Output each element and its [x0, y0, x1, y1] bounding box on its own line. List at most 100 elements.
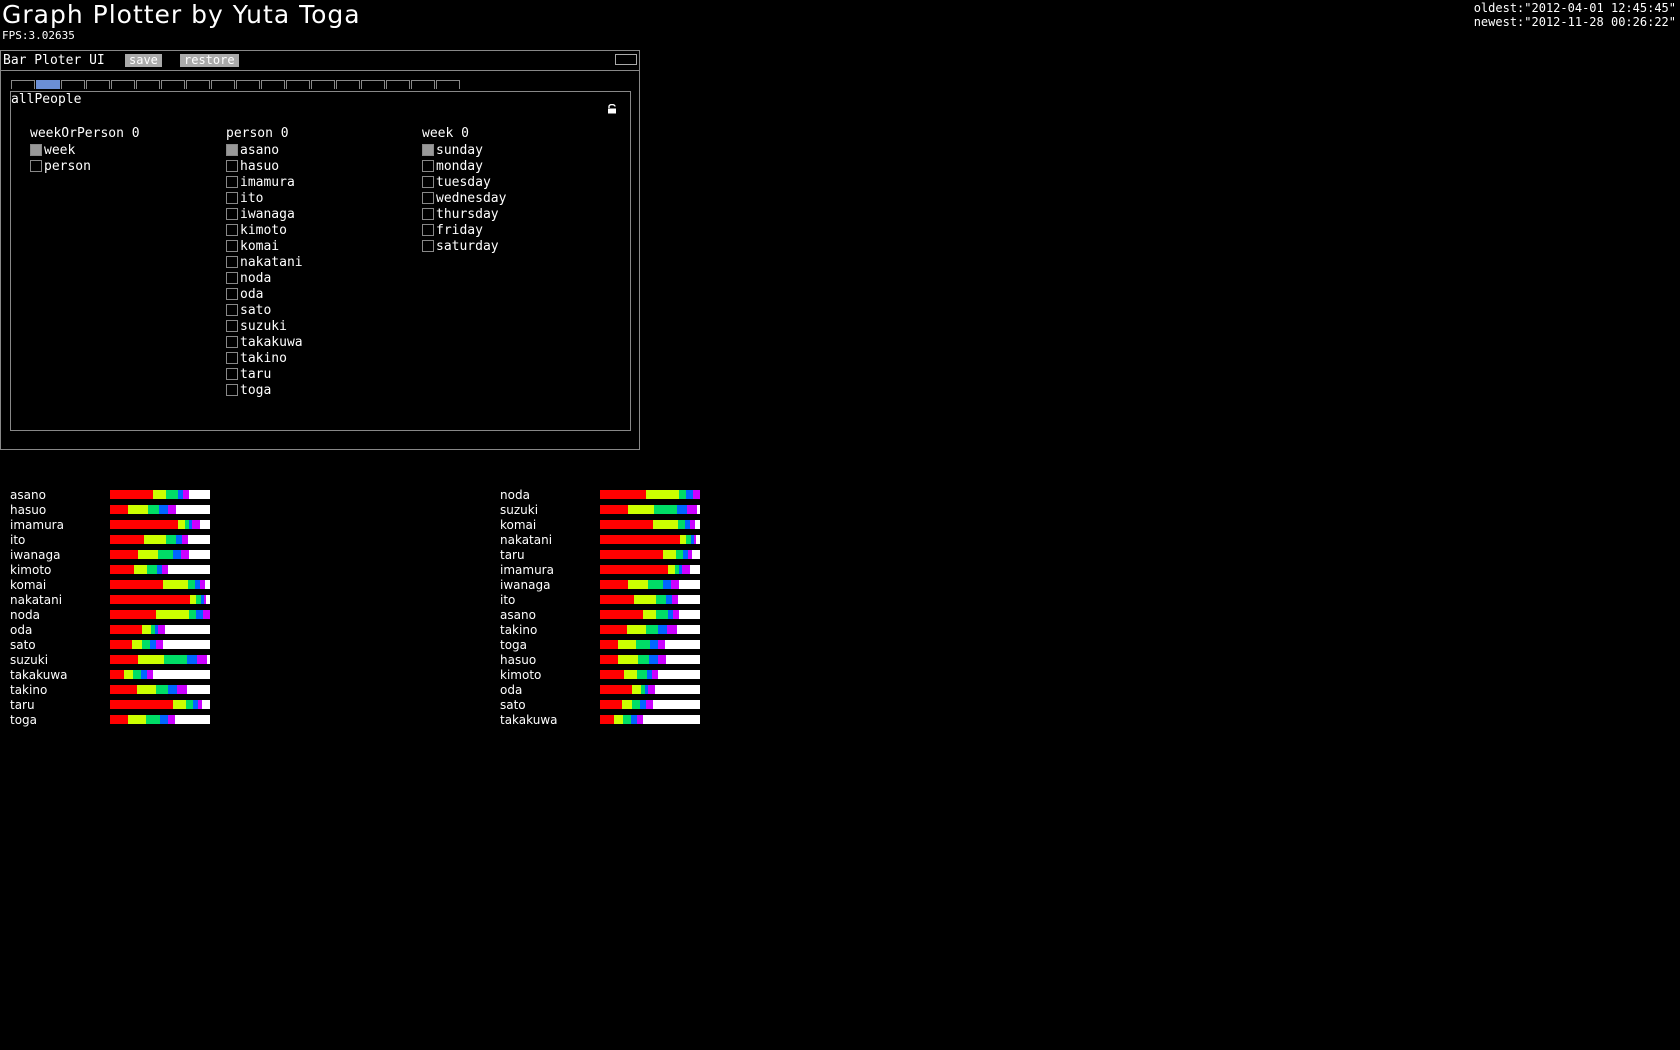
bar-segment [636, 640, 650, 649]
checkbox[interactable] [226, 384, 238, 396]
option-thursday[interactable]: thursday [422, 207, 499, 223]
bar-label-hasuo: hasuo [10, 503, 47, 517]
checkbox[interactable] [422, 224, 434, 236]
bar-segment [658, 625, 667, 634]
option-tuesday[interactable]: tuesday [422, 175, 491, 191]
option-asano[interactable]: asano [226, 143, 279, 159]
tab-4[interactable] [111, 80, 135, 89]
option-oda[interactable]: oda [226, 287, 263, 303]
checkbox[interactable] [226, 224, 238, 236]
option-komai[interactable]: komai [226, 239, 279, 255]
checkbox[interactable] [226, 144, 238, 156]
checkbox[interactable] [226, 336, 238, 348]
tab-6[interactable] [161, 80, 185, 89]
tab-1[interactable] [36, 80, 60, 89]
tab-11[interactable] [286, 80, 310, 89]
bar-label-toga: toga [10, 713, 38, 727]
option-kimoto[interactable]: kimoto [226, 223, 287, 239]
option-iwanaga[interactable]: iwanaga [226, 207, 295, 223]
checkbox[interactable] [226, 320, 238, 332]
bar-segment [638, 655, 649, 664]
bar-iwanaga [600, 580, 700, 589]
tab-13[interactable] [336, 80, 360, 89]
checkbox[interactable] [226, 160, 238, 172]
bar-segment [624, 670, 637, 679]
checkbox[interactable] [226, 176, 238, 188]
tab-5[interactable] [136, 80, 160, 89]
tab-0[interactable] [11, 80, 35, 89]
option-sunday[interactable]: sunday [422, 143, 483, 159]
option-suzuki[interactable]: suzuki [226, 319, 287, 335]
bar-segment [189, 610, 196, 619]
panel-titlebar[interactable]: Bar Ploter UI save restore [1, 51, 639, 71]
checkbox[interactable] [30, 160, 42, 172]
option-ito[interactable]: ito [226, 191, 263, 207]
option-saturday[interactable]: saturday [422, 239, 499, 255]
bar-nakatani [600, 535, 700, 544]
tab-2[interactable] [61, 80, 85, 89]
bar-segment [600, 550, 663, 559]
option-taru[interactable]: taru [226, 367, 271, 383]
fps-readout: FPS:3.02635 [2, 29, 75, 42]
checkbox[interactable] [30, 144, 42, 156]
bar-segment [110, 670, 124, 679]
minimize-panel-button[interactable] [615, 54, 637, 65]
tab-7[interactable] [186, 80, 210, 89]
option-monday[interactable]: monday [422, 159, 483, 175]
option-friday[interactable]: friday [422, 223, 483, 239]
checkbox[interactable] [226, 272, 238, 284]
app-title: Graph Plotter by Yuta Toga [2, 0, 361, 29]
checkbox[interactable] [422, 240, 434, 252]
option-nakatani[interactable]: nakatani [226, 255, 303, 271]
option-takino[interactable]: takino [226, 351, 287, 367]
checkbox[interactable] [226, 208, 238, 220]
checkbox[interactable] [226, 352, 238, 364]
checkbox[interactable] [226, 304, 238, 316]
option-takakuwa[interactable]: takakuwa [226, 335, 303, 351]
restore-button[interactable]: restore [180, 54, 239, 67]
checkbox[interactable] [226, 240, 238, 252]
bar-takino [110, 685, 210, 694]
option-person[interactable]: person [30, 159, 91, 175]
checkbox[interactable] [226, 256, 238, 268]
option-toga[interactable]: toga [226, 383, 271, 399]
option-label: takakuwa [240, 335, 303, 350]
checkbox[interactable] [422, 192, 434, 204]
option-imamura[interactable]: imamura [226, 175, 295, 191]
tab-9[interactable] [236, 80, 260, 89]
checkbox[interactable] [226, 368, 238, 380]
bar-segment [678, 595, 700, 604]
option-week[interactable]: week [30, 143, 75, 159]
tab-16[interactable] [411, 80, 435, 89]
bar-segment [618, 640, 636, 649]
lock-icon[interactable] [607, 104, 617, 114]
tab-3[interactable] [86, 80, 110, 89]
option-noda[interactable]: noda [226, 271, 271, 287]
bar-label-komai: komai [500, 518, 537, 532]
bar-segment [186, 700, 193, 709]
checkbox[interactable] [422, 144, 434, 156]
option-wednesday[interactable]: wednesday [422, 191, 506, 207]
bar-taru [600, 550, 700, 559]
bar-segment [187, 655, 197, 664]
checkbox[interactable] [422, 176, 434, 188]
checkbox[interactable] [226, 288, 238, 300]
save-button[interactable]: save [125, 54, 162, 67]
tab-10[interactable] [261, 80, 285, 89]
option-sato[interactable]: sato [226, 303, 271, 319]
bar-label-nakatani: nakatani [10, 593, 63, 607]
group-title: weekOrPerson 0 [30, 126, 140, 141]
checkbox[interactable] [422, 160, 434, 172]
tab-14[interactable] [361, 80, 385, 89]
tab-8[interactable] [211, 80, 235, 89]
tab-17[interactable] [436, 80, 460, 89]
bar-segment [665, 640, 700, 649]
checkbox[interactable] [422, 208, 434, 220]
checkbox[interactable] [226, 192, 238, 204]
tab-12[interactable] [311, 80, 335, 89]
option-hasuo[interactable]: hasuo [226, 159, 279, 175]
bar-segment [165, 625, 210, 634]
tab-15[interactable] [386, 80, 410, 89]
bar-label-takakuwa: takakuwa [500, 713, 558, 727]
option-label: sunday [436, 143, 483, 158]
